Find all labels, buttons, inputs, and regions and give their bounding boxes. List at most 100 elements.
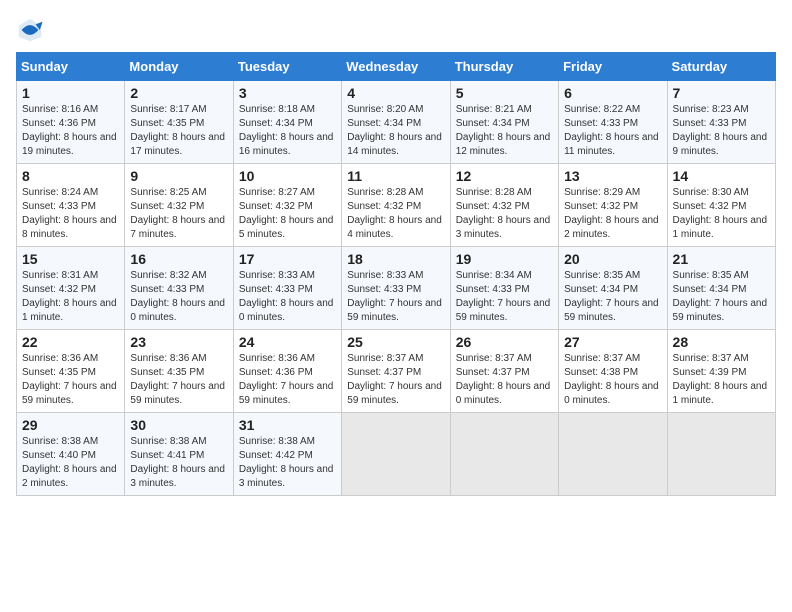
day-info: Sunrise: 8:34 AM Sunset: 4:33 PM Dayligh… xyxy=(456,269,553,325)
day-info: Sunrise: 8:32 AM Sunset: 4:33 PM Dayligh… xyxy=(130,269,227,325)
day-info: Sunrise: 8:37 AM Sunset: 4:37 PM Dayligh… xyxy=(347,352,444,408)
day-number: 11 xyxy=(347,168,444,184)
day-info: Sunrise: 8:38 AM Sunset: 4:41 PM Dayligh… xyxy=(130,435,227,491)
calendar-cell xyxy=(667,413,775,496)
day-number: 22 xyxy=(22,334,119,350)
calendar-cell xyxy=(342,413,450,496)
day-number: 8 xyxy=(22,168,119,184)
day-info: Sunrise: 8:31 AM Sunset: 4:32 PM Dayligh… xyxy=(22,269,119,325)
day-info: Sunrise: 8:22 AM Sunset: 4:33 PM Dayligh… xyxy=(564,103,661,159)
calendar-cell: 2 Sunrise: 8:17 AM Sunset: 4:35 PM Daylig… xyxy=(125,81,233,164)
day-info: Sunrise: 8:35 AM Sunset: 4:34 PM Dayligh… xyxy=(564,269,661,325)
day-number: 26 xyxy=(456,334,553,350)
day-number: 30 xyxy=(130,417,227,433)
day-info: Sunrise: 8:38 AM Sunset: 4:40 PM Dayligh… xyxy=(22,435,119,491)
calendar-cell: 27 Sunrise: 8:37 AM Sunset: 4:38 PM Dayli… xyxy=(559,330,667,413)
calendar-cell: 20Sunrise: 8:35 AM Sunset: 4:34 PM Dayli… xyxy=(559,247,667,330)
calendar-cell: 26 Sunrise: 8:37 AM Sunset: 4:37 PM Dayli… xyxy=(450,330,558,413)
calendar-cell: 10 Sunrise: 8:27 AM Sunset: 4:32 PM Dayli… xyxy=(233,164,341,247)
day-info: Sunrise: 8:37 AM Sunset: 4:38 PM Dayligh… xyxy=(564,352,661,408)
day-number: 3 xyxy=(239,85,336,101)
calendar-cell: 12Sunrise: 8:28 AM Sunset: 4:32 PM Dayli… xyxy=(450,164,558,247)
day-number: 12 xyxy=(456,168,553,184)
calendar-table: SundayMondayTuesdayWednesdayThursdayFrid… xyxy=(16,52,776,496)
day-info: Sunrise: 8:37 AM Sunset: 4:39 PM Dayligh… xyxy=(673,352,770,408)
calendar-cell: 11 Sunrise: 8:28 AM Sunset: 4:32 PM Dayli… xyxy=(342,164,450,247)
day-number: 1 xyxy=(22,85,119,101)
day-info: Sunrise: 8:27 AM Sunset: 4:32 PM Dayligh… xyxy=(239,186,336,242)
day-number: 19 xyxy=(456,251,553,267)
calendar-cell: 30 Sunrise: 8:38 AM Sunset: 4:41 PM Dayli… xyxy=(125,413,233,496)
calendar-cell: 3 Sunrise: 8:18 AM Sunset: 4:34 PM Daylig… xyxy=(233,81,341,164)
calendar-cell: 6 Sunrise: 8:22 AM Sunset: 4:33 PM Daylig… xyxy=(559,81,667,164)
calendar-cell: 14Sunrise: 8:30 AM Sunset: 4:32 PM Dayli… xyxy=(667,164,775,247)
logo xyxy=(16,16,52,44)
calendar-cell: 19 Sunrise: 8:34 AM Sunset: 4:33 PM Dayli… xyxy=(450,247,558,330)
calendar-cell: 18Sunrise: 8:33 AM Sunset: 4:33 PM Dayli… xyxy=(342,247,450,330)
day-number: 5 xyxy=(456,85,553,101)
day-number: 27 xyxy=(564,334,661,350)
calendar-cell xyxy=(559,413,667,496)
calendar-cell: 22 Sunrise: 8:36 AM Sunset: 4:35 PM Dayli… xyxy=(17,330,125,413)
calendar-cell: 24 Sunrise: 8:36 AM Sunset: 4:36 PM Dayli… xyxy=(233,330,341,413)
day-info: Sunrise: 8:33 AM Sunset: 4:33 PM Dayligh… xyxy=(239,269,336,325)
day-number: 10 xyxy=(239,168,336,184)
day-info: Sunrise: 8:23 AM Sunset: 4:33 PM Dayligh… xyxy=(673,103,770,159)
day-number: 16 xyxy=(130,251,227,267)
col-header-friday: Friday xyxy=(559,53,667,81)
col-header-sunday: Sunday xyxy=(17,53,125,81)
col-header-saturday: Saturday xyxy=(667,53,775,81)
day-number: 21 xyxy=(673,251,770,267)
day-info: Sunrise: 8:37 AM Sunset: 4:37 PM Dayligh… xyxy=(456,352,553,408)
day-info: Sunrise: 8:29 AM Sunset: 4:32 PM Dayligh… xyxy=(564,186,661,242)
calendar-cell: 7Sunrise: 8:23 AM Sunset: 4:33 PM Daylig… xyxy=(667,81,775,164)
col-header-wednesday: Wednesday xyxy=(342,53,450,81)
day-info: Sunrise: 8:21 AM Sunset: 4:34 PM Dayligh… xyxy=(456,103,553,159)
calendar-cell: 28 Sunrise: 8:37 AM Sunset: 4:39 PM Dayli… xyxy=(667,330,775,413)
day-number: 25 xyxy=(347,334,444,350)
day-info: Sunrise: 8:18 AM Sunset: 4:34 PM Dayligh… xyxy=(239,103,336,159)
calendar-cell: 21 Sunrise: 8:35 AM Sunset: 4:34 PM Dayli… xyxy=(667,247,775,330)
calendar-cell: 17 Sunrise: 8:33 AM Sunset: 4:33 PM Dayli… xyxy=(233,247,341,330)
page-header xyxy=(16,16,776,44)
day-info: Sunrise: 8:17 AM Sunset: 4:35 PM Dayligh… xyxy=(130,103,227,159)
day-number: 2 xyxy=(130,85,227,101)
day-number: 9 xyxy=(130,168,227,184)
calendar-cell: 15 Sunrise: 8:31 AM Sunset: 4:32 PM Dayli… xyxy=(17,247,125,330)
day-info: Sunrise: 8:20 AM Sunset: 4:34 PM Dayligh… xyxy=(347,103,444,159)
calendar-cell: 23 Sunrise: 8:36 AM Sunset: 4:35 PM Dayli… xyxy=(125,330,233,413)
day-number: 24 xyxy=(239,334,336,350)
day-number: 15 xyxy=(22,251,119,267)
day-number: 4 xyxy=(347,85,444,101)
day-number: 13 xyxy=(564,168,661,184)
day-number: 17 xyxy=(239,251,336,267)
calendar-cell: 9 Sunrise: 8:25 AM Sunset: 4:32 PM Daylig… xyxy=(125,164,233,247)
col-header-monday: Monday xyxy=(125,53,233,81)
calendar-cell: 5 Sunrise: 8:21 AM Sunset: 4:34 PM Daylig… xyxy=(450,81,558,164)
calendar-cell: 13 Sunrise: 8:29 AM Sunset: 4:32 PM Dayli… xyxy=(559,164,667,247)
day-number: 14 xyxy=(673,168,770,184)
calendar-cell: 31 Sunrise: 8:38 AM Sunset: 4:42 PM Dayli… xyxy=(233,413,341,496)
day-info: Sunrise: 8:36 AM Sunset: 4:35 PM Dayligh… xyxy=(22,352,119,408)
day-number: 23 xyxy=(130,334,227,350)
calendar-cell: 1 Sunrise: 8:16 AM Sunset: 4:36 PM Daylig… xyxy=(17,81,125,164)
day-number: 31 xyxy=(239,417,336,433)
calendar-cell: 4 Sunrise: 8:20 AM Sunset: 4:34 PM Daylig… xyxy=(342,81,450,164)
day-number: 28 xyxy=(673,334,770,350)
day-info: Sunrise: 8:28 AM Sunset: 4:32 PM Dayligh… xyxy=(347,186,444,242)
day-info: Sunrise: 8:35 AM Sunset: 4:34 PM Dayligh… xyxy=(673,269,770,325)
day-info: Sunrise: 8:25 AM Sunset: 4:32 PM Dayligh… xyxy=(130,186,227,242)
calendar-cell: 8Sunrise: 8:24 AM Sunset: 4:33 PM Daylig… xyxy=(17,164,125,247)
day-number: 6 xyxy=(564,85,661,101)
day-info: Sunrise: 8:16 AM Sunset: 4:36 PM Dayligh… xyxy=(22,103,119,159)
calendar-cell xyxy=(450,413,558,496)
day-info: Sunrise: 8:36 AM Sunset: 4:35 PM Dayligh… xyxy=(130,352,227,408)
day-info: Sunrise: 8:36 AM Sunset: 4:36 PM Dayligh… xyxy=(239,352,336,408)
day-info: Sunrise: 8:38 AM Sunset: 4:42 PM Dayligh… xyxy=(239,435,336,491)
logo-icon xyxy=(16,16,44,44)
day-info: Sunrise: 8:33 AM Sunset: 4:33 PM Dayligh… xyxy=(347,269,444,325)
calendar-cell: 25 Sunrise: 8:37 AM Sunset: 4:37 PM Dayli… xyxy=(342,330,450,413)
col-header-tuesday: Tuesday xyxy=(233,53,341,81)
col-header-thursday: Thursday xyxy=(450,53,558,81)
calendar-cell: 29Sunrise: 8:38 AM Sunset: 4:40 PM Dayli… xyxy=(17,413,125,496)
